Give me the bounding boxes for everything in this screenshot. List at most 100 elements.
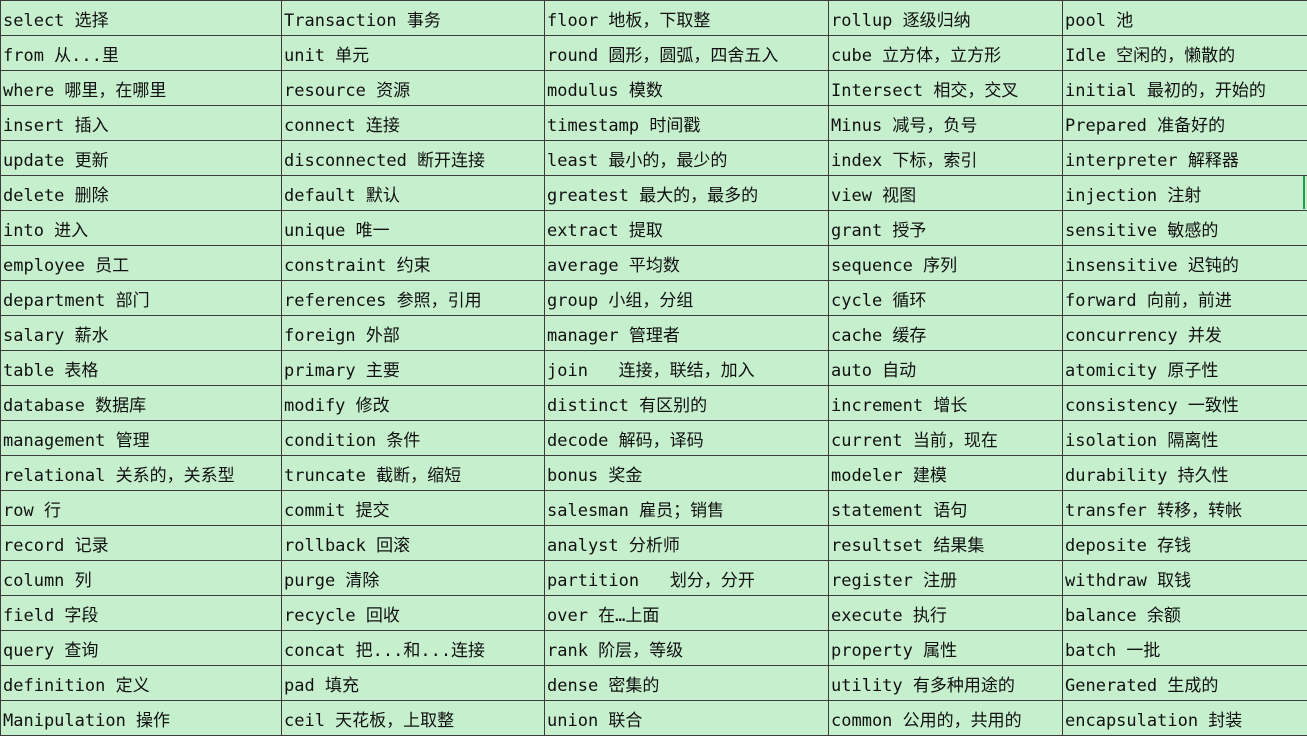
table-cell[interactable]: view 视图 <box>829 176 1063 211</box>
table-cell[interactable]: record 记录 <box>1 526 282 561</box>
table-cell[interactable]: select 选择 <box>1 1 282 36</box>
table-cell[interactable]: round 圆形，圆弧，四舍五入 <box>545 36 829 71</box>
table-cell[interactable]: transfer 转移，转帐 <box>1063 491 1307 526</box>
table-cell[interactable]: decode 解码，译码 <box>545 421 829 456</box>
table-cell[interactable]: unit 单元 <box>282 36 545 71</box>
table-cell[interactable]: resource 资源 <box>282 71 545 106</box>
table-cell[interactable]: batch 一批 <box>1063 631 1307 666</box>
table-cell[interactable]: join 连接，联结，加入 <box>545 351 829 386</box>
table-cell[interactable]: disconnected 断开连接 <box>282 141 545 176</box>
table-cell[interactable]: field 字段 <box>1 596 282 631</box>
table-cell[interactable]: salesman 雇员；销售 <box>545 491 829 526</box>
table-cell[interactable]: table 表格 <box>1 351 282 386</box>
table-cell[interactable]: column 列 <box>1 561 282 596</box>
table-cell[interactable]: modulus 模数 <box>545 71 829 106</box>
table-cell[interactable]: concat 把...和...连接 <box>282 631 545 666</box>
table-cell[interactable]: insert 插入 <box>1 106 282 141</box>
table-cell[interactable]: bonus 奖金 <box>545 456 829 491</box>
table-cell[interactable]: auto 自动 <box>829 351 1063 386</box>
table-cell[interactable]: encapsulation 封装 <box>1063 701 1307 736</box>
table-cell[interactable]: Generated 生成的 <box>1063 666 1307 701</box>
table-cell[interactable]: utility 有多种用途的 <box>829 666 1063 701</box>
table-cell[interactable]: index 下标，索引 <box>829 141 1063 176</box>
table-cell[interactable]: unique 唯一 <box>282 211 545 246</box>
table-cell[interactable]: balance 余额 <box>1063 596 1307 631</box>
table-cell[interactable]: greatest 最大的，最多的 <box>545 176 829 211</box>
table-cell[interactable]: over 在…上面 <box>545 596 829 631</box>
table-cell[interactable]: dense 密集的 <box>545 666 829 701</box>
table-cell[interactable]: pad 填充 <box>282 666 545 701</box>
table-cell[interactable]: condition 条件 <box>282 421 545 456</box>
table-cell[interactable]: execute 执行 <box>829 596 1063 631</box>
table-cell[interactable]: truncate 截断，缩短 <box>282 456 545 491</box>
table-cell[interactable]: sensitive 敏感的 <box>1063 211 1307 246</box>
table-cell[interactable]: foreign 外部 <box>282 316 545 351</box>
table-cell[interactable]: least 最小的，最少的 <box>545 141 829 176</box>
table-cell[interactable]: durability 持久性 <box>1063 456 1307 491</box>
table-cell[interactable]: Transaction 事务 <box>282 1 545 36</box>
table-cell[interactable]: primary 主要 <box>282 351 545 386</box>
table-cell[interactable]: average 平均数 <box>545 246 829 281</box>
table-cell[interactable]: delete 删除 <box>1 176 282 211</box>
table-cell[interactable]: definition 定义 <box>1 666 282 701</box>
table-cell[interactable]: rollback 回滚 <box>282 526 545 561</box>
table-cell[interactable]: where 哪里，在哪里 <box>1 71 282 106</box>
table-cell[interactable]: extract 提取 <box>545 211 829 246</box>
table-cell[interactable]: withdraw 取钱 <box>1063 561 1307 596</box>
table-cell[interactable]: group 小组，分组 <box>545 281 829 316</box>
table-cell[interactable]: interpreter 解释器 <box>1063 141 1307 176</box>
table-cell[interactable]: employee 员工 <box>1 246 282 281</box>
table-cell[interactable]: Intersect 相交，交叉 <box>829 71 1063 106</box>
table-cell[interactable]: salary 薪水 <box>1 316 282 351</box>
table-cell[interactable]: atomicity 原子性 <box>1063 351 1307 386</box>
table-cell[interactable]: purge 清除 <box>282 561 545 596</box>
table-cell[interactable]: timestamp 时间戳 <box>545 106 829 141</box>
table-cell[interactable]: query 查询 <box>1 631 282 666</box>
table-cell[interactable]: Idle 空闲的，懒散的 <box>1063 36 1307 71</box>
table-cell[interactable]: recycle 回收 <box>282 596 545 631</box>
table-cell[interactable]: Minus 减号，负号 <box>829 106 1063 141</box>
table-cell[interactable]: rank 阶层，等级 <box>545 631 829 666</box>
table-cell[interactable]: isolation 隔离性 <box>1063 421 1307 456</box>
table-cell[interactable]: department 部门 <box>1 281 282 316</box>
table-cell[interactable]: modify 修改 <box>282 386 545 421</box>
table-cell[interactable]: update 更新 <box>1 141 282 176</box>
table-cell[interactable]: sequence 序列 <box>829 246 1063 281</box>
table-cell[interactable]: concurrency 并发 <box>1063 316 1307 351</box>
table-cell[interactable]: current 当前，现在 <box>829 421 1063 456</box>
table-cell[interactable]: grant 授予 <box>829 211 1063 246</box>
table-cell[interactable]: union 联合 <box>545 701 829 736</box>
table-cell[interactable]: deposite 存钱 <box>1063 526 1307 561</box>
table-cell[interactable]: commit 提交 <box>282 491 545 526</box>
table-cell[interactable]: cycle 循环 <box>829 281 1063 316</box>
table-cell[interactable]: forward 向前，前进 <box>1063 281 1307 316</box>
table-cell[interactable]: row 行 <box>1 491 282 526</box>
table-cell[interactable]: ceil 天花板，上取整 <box>282 701 545 736</box>
table-cell[interactable]: consistency 一致性 <box>1063 386 1307 421</box>
table-cell[interactable]: resultset 结果集 <box>829 526 1063 561</box>
table-cell[interactable]: constraint 约束 <box>282 246 545 281</box>
table-cell[interactable]: Prepared 准备好的 <box>1063 106 1307 141</box>
table-cell[interactable]: references 参照，引用 <box>282 281 545 316</box>
table-cell[interactable]: floor 地板，下取整 <box>545 1 829 36</box>
table-cell[interactable]: statement 语句 <box>829 491 1063 526</box>
table-cell[interactable]: into 进入 <box>1 211 282 246</box>
table-cell[interactable]: management 管理 <box>1 421 282 456</box>
table-cell[interactable]: database 数据库 <box>1 386 282 421</box>
table-cell[interactable]: manager 管理者 <box>545 316 829 351</box>
table-cell[interactable]: rollup 逐级归纳 <box>829 1 1063 36</box>
table-cell[interactable]: cube 立方体，立方形 <box>829 36 1063 71</box>
table-cell[interactable]: partition 划分，分开 <box>545 561 829 596</box>
table-cell[interactable]: relational 关系的，关系型 <box>1 456 282 491</box>
table-cell[interactable]: cache 缓存 <box>829 316 1063 351</box>
table-cell[interactable]: register 注册 <box>829 561 1063 596</box>
table-cell[interactable]: insensitive 迟钝的 <box>1063 246 1307 281</box>
table-cell[interactable]: modeler 建模 <box>829 456 1063 491</box>
table-cell[interactable]: pool 池 <box>1063 1 1307 36</box>
table-cell[interactable]: initial 最初的，开始的 <box>1063 71 1307 106</box>
table-cell[interactable]: connect 连接 <box>282 106 545 141</box>
table-cell[interactable]: Manipulation 操作 <box>1 701 282 736</box>
table-cell[interactable]: increment 增长 <box>829 386 1063 421</box>
table-cell[interactable]: distinct 有区别的 <box>545 386 829 421</box>
table-cell[interactable]: common 公用的，共用的 <box>829 701 1063 736</box>
